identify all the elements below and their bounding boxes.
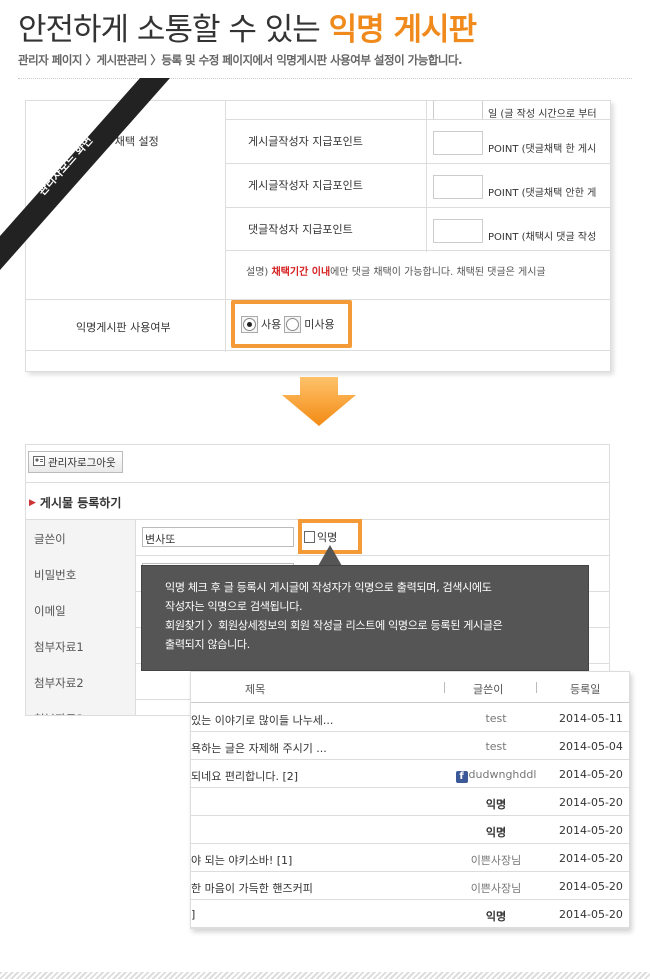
post-date: 2014-05-11 bbox=[559, 712, 623, 725]
post-author: 이쁜사장님 bbox=[470, 882, 522, 895]
admin-logout-button[interactable]: 관리자로그아웃 bbox=[28, 451, 123, 473]
divider bbox=[18, 78, 632, 79]
point-input-1[interactable] bbox=[433, 131, 483, 155]
info-tooltip: 익명 체크 후 글 등록시 게시글에 작성자가 익명으로 출력되며, 검색시에도… bbox=[141, 565, 589, 671]
point-input-3[interactable] bbox=[433, 219, 483, 243]
reply-adopt-label: 댓글 채택 설정 bbox=[91, 135, 159, 148]
post-author: f dudwnghddl bbox=[441, 768, 551, 783]
settings-subrow-2: 게시글작성자 지급포인트 POINT (댓글채택 안한 게 bbox=[226, 163, 610, 208]
radio-nouse-label: 미사용 bbox=[304, 318, 335, 331]
id-card-icon bbox=[33, 455, 45, 469]
post-author: 익명 bbox=[485, 910, 507, 923]
title-highlight: 익명 게시판 bbox=[328, 12, 477, 48]
post-date: 2014-05-20 bbox=[559, 824, 623, 837]
page-title: 안전하게 소통할 수 있는 익명 게시판 bbox=[18, 12, 477, 48]
breadcrumb: 관리자 페이지 〉게시판관리 〉등록 및 수정 페이지에서 익명게시판 사용여부… bbox=[18, 53, 462, 67]
post-title[interactable]: 되네요 편리합니다. [2] bbox=[191, 768, 298, 784]
point-input-2[interactable] bbox=[433, 175, 483, 199]
post-title[interactable]: 욕하는 글은 자제해 주시기 ... bbox=[191, 740, 327, 756]
post-list-panel: 제목 글쓴이 등록일 있는 이야기로 많이들 나누세... test 2014-05… bbox=[190, 671, 630, 929]
anon-radio-group: 사용 미사용 bbox=[231, 300, 352, 348]
down-arrow-icon bbox=[282, 377, 356, 426]
anon-checkbox[interactable] bbox=[304, 530, 315, 543]
post-date: 2014-05-04 bbox=[559, 740, 623, 753]
anon-setting-label: 익명게시판 사용여부 bbox=[76, 321, 171, 334]
post-date: 2014-05-20 bbox=[559, 768, 623, 781]
list-header: 제목 글쓴이 등록일 bbox=[191, 672, 629, 703]
table-row[interactable]: 욕하는 글은 자제해 주시기 ... test 2014-05-04 bbox=[191, 732, 629, 760]
table-row[interactable]: 야 되는 야키소바! [1] 이쁜사장님 2014-05-20 bbox=[191, 844, 629, 872]
post-title[interactable]: 야 되는 야키소바! [1] bbox=[191, 852, 292, 868]
table-row[interactable]: ] 익명 2014-05-20 bbox=[191, 900, 629, 928]
post-author: test bbox=[485, 712, 507, 725]
table-row[interactable]: 되네요 편리합니다. [2] f dudwnghddl 2014-05-20 bbox=[191, 760, 629, 788]
table-row[interactable]: 익명 2014-05-20 bbox=[191, 788, 629, 816]
table-row[interactable]: 익명 2014-05-20 bbox=[191, 816, 629, 844]
post-author: 이쁜사장님 bbox=[470, 854, 522, 867]
post-date: 2014-05-20 bbox=[559, 852, 623, 865]
post-date: 2014-05-20 bbox=[559, 880, 623, 893]
author-input[interactable]: 변사또 bbox=[142, 527, 294, 547]
post-date: 2014-05-20 bbox=[559, 908, 623, 921]
post-title[interactable]: ] bbox=[191, 908, 195, 921]
bullet-icon: ▶ bbox=[29, 497, 36, 508]
post-title[interactable]: 한 마음이 가득한 핸즈커피 bbox=[191, 880, 313, 896]
bottom-border bbox=[0, 972, 650, 979]
post-title[interactable]: 있는 이야기로 많이들 나누세... bbox=[191, 712, 333, 728]
radio-use[interactable] bbox=[241, 315, 258, 333]
facebook-icon: f bbox=[455, 771, 468, 783]
anon-setting-row: 익명게시판 사용여부 사용 미사용 bbox=[26, 299, 610, 352]
write-section-header: ▶ 게시물 등록하기 bbox=[26, 482, 609, 520]
table-row[interactable]: 있는 이야기로 많이들 나누세... test 2014-05-11 bbox=[191, 704, 629, 732]
table-row[interactable]: 한 마음이 가득한 핸즈커피 이쁜사장님 2014-05-20 bbox=[191, 872, 629, 900]
settings-label-col: 댓글 채택 설정 bbox=[26, 101, 226, 301]
post-date: 2014-05-20 bbox=[559, 796, 623, 809]
post-author: 익명 bbox=[485, 798, 507, 811]
radio-use-label: 사용 bbox=[261, 318, 282, 331]
section-title: 게시물 등록하기 bbox=[39, 496, 122, 510]
tooltip-pointer bbox=[318, 545, 342, 566]
anon-checkbox-label: 익명 bbox=[317, 530, 338, 544]
settings-panel: 댓글 채택 설정 일 (글 작성 시간으로 부터 게시글작성자 지급포인트 PO… bbox=[25, 100, 611, 372]
radio-nouse[interactable] bbox=[284, 315, 302, 333]
post-author: test bbox=[485, 740, 507, 753]
days-input[interactable] bbox=[433, 101, 483, 120]
settings-subrow-3: 댓글작성자 지급포인트 POINT (채택시 댓글 작성 bbox=[226, 207, 610, 252]
settings-description: 설명) 채택기간 이내에만 댓글 채택이 가능합니다. 채택된 댓글은 게시글 bbox=[246, 267, 546, 278]
post-author: 익명 bbox=[485, 826, 507, 839]
settings-subrow-1: 게시글작성자 지급포인트 POINT (댓글채택 한 게시 bbox=[226, 119, 610, 164]
